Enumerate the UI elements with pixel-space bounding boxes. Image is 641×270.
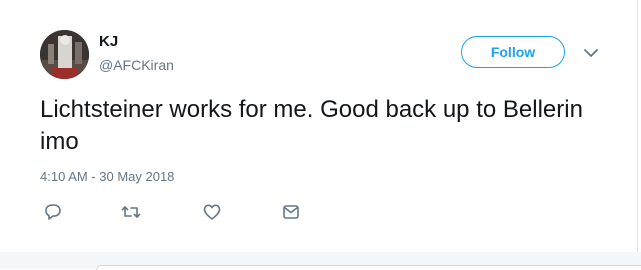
next-card-edge xyxy=(96,265,641,270)
follow-button[interactable]: Follow xyxy=(461,36,565,68)
author-handle[interactable]: @AFCKiran xyxy=(99,57,174,73)
tweet-text: Lichtsteiner works for me. Good back up … xyxy=(40,96,583,155)
tweet-actions xyxy=(40,201,340,223)
tweet-timestamp[interactable]: 4:10 AM - 30 May 2018 xyxy=(40,169,174,184)
reply-icon[interactable] xyxy=(42,201,64,223)
avatar-image xyxy=(40,30,89,79)
tweet-card: KJ @AFCKiran Follow Lichtsteiner works f… xyxy=(0,0,638,252)
envelope-icon[interactable] xyxy=(280,201,302,223)
heart-icon[interactable] xyxy=(201,201,223,223)
retweet-icon[interactable] xyxy=(120,201,142,223)
author-name[interactable]: KJ xyxy=(99,33,118,50)
avatar[interactable] xyxy=(40,30,89,79)
chevron-down-icon[interactable] xyxy=(583,46,599,60)
